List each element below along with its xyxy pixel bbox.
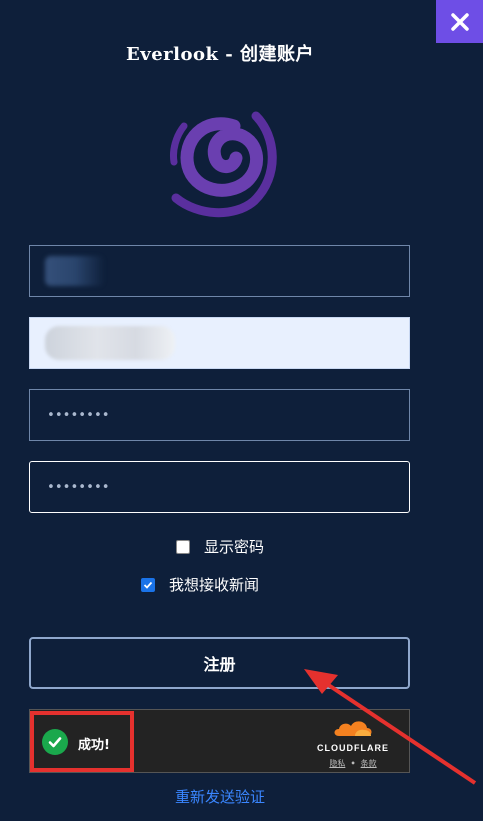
password-input[interactable] [45, 406, 409, 424]
page-title: Everlook - 创建账户 [126, 44, 314, 65]
confirm-password-input[interactable] [45, 478, 409, 496]
swirl-logo-icon [170, 111, 277, 218]
show-password-label: 显示密码 [203, 538, 264, 556]
show-password-checkbox[interactable] [175, 539, 190, 554]
privacy-link[interactable]: 隐私 [329, 759, 345, 768]
show-password-row[interactable]: 显示密码 [0, 536, 440, 557]
redacted-email [45, 326, 175, 360]
email-field[interactable] [29, 317, 410, 369]
close-icon [450, 12, 469, 31]
username-field[interactable] [29, 245, 410, 297]
cloudflare-cloud-icon [334, 721, 372, 736]
cloudflare-branding: CLOUDFLARE 隐私 • 条款 [311, 718, 395, 769]
password-field[interactable] [29, 389, 410, 441]
redacted-username [45, 256, 105, 286]
close-button[interactable] [436, 0, 483, 43]
checkmark-icon [143, 581, 153, 589]
cloudflare-wordmark: CLOUDFLARE [317, 743, 389, 753]
newsletter-label: 我想接收新闻 [168, 576, 259, 594]
resend-verification-link[interactable]: 重新发送验证 [0, 786, 440, 807]
link-separator: • [350, 759, 356, 768]
terms-link[interactable]: 条款 [361, 759, 377, 768]
confirm-password-field[interactable] [29, 461, 410, 513]
annotation-highlight-box [30, 711, 134, 772]
register-button[interactable]: 注册 [29, 637, 410, 689]
newsletter-row[interactable]: 我想接收新闻 [0, 574, 420, 595]
newsletter-checkbox[interactable] [140, 577, 155, 592]
